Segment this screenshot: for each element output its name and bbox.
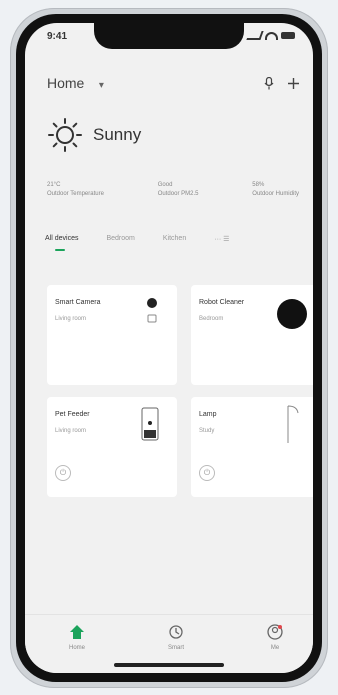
home-selector[interactable]: Home: [47, 75, 84, 91]
nav-label: Me: [270, 645, 280, 651]
nav-label: Smart: [167, 645, 184, 651]
tab-kitchen[interactable]: Kitchen: [163, 235, 186, 243]
profile-icon: [266, 623, 284, 641]
phone-frame: 9:41 Home ▾ Sunny 21°C Outdoor Temperatu…: [10, 8, 328, 688]
device-name: Robot Cleaner: [199, 299, 245, 306]
device-room: Study: [199, 428, 215, 434]
device-room: Bedroom: [199, 316, 224, 322]
stat-value: Good: [157, 182, 173, 188]
power-button[interactable]: ⏻: [199, 465, 215, 481]
add-icon[interactable]: [287, 76, 299, 90]
tab-all-devices[interactable]: All devices: [45, 235, 78, 251]
home-icon: [68, 623, 86, 641]
phone-notch: [94, 23, 244, 49]
pet-feeder-icon: [141, 407, 159, 446]
stat-value: 58%: [252, 182, 265, 188]
power-button[interactable]: ⏻: [55, 465, 71, 481]
stat-label: Outdoor Temperature: [47, 191, 104, 197]
bottom-nav: Home Smart Me: [25, 614, 313, 673]
nav-me[interactable]: Me: [255, 623, 295, 651]
device-name: Lamp: [199, 411, 217, 418]
weather-condition: Sunny: [93, 125, 142, 144]
weather-widget: Sunny: [47, 117, 141, 153]
device-card-pet-feeder[interactable]: Pet Feeder Living room ⏻: [47, 397, 177, 497]
app-header: Home ▾: [47, 75, 299, 99]
room-tabs: All devices Bedroom Kitchen ··· ☰: [45, 235, 299, 251]
device-card-lamp[interactable]: Lamp Study ⏻: [191, 397, 313, 497]
battery-icon: [281, 32, 295, 39]
stat-humidity: 58% Outdoor Humidity: [252, 181, 299, 199]
signal-icon: [246, 31, 264, 40]
phone-bezel: 9:41 Home ▾ Sunny 21°C Outdoor Temperatu…: [16, 14, 322, 682]
tab-bedroom[interactable]: Bedroom: [106, 235, 134, 243]
stat-pm25: Good Outdoor PM2.5: [158, 181, 199, 199]
status-icons: [246, 31, 295, 40]
tab-more[interactable]: ··· ☰: [214, 235, 229, 243]
camera-icon: [145, 297, 159, 334]
nav-smart[interactable]: Smart: [156, 623, 196, 651]
robot-cleaner-icon: [277, 299, 307, 334]
device-name: Pet Feeder: [55, 411, 90, 418]
mic-icon[interactable]: [263, 76, 275, 90]
device-name: Smart Camera: [55, 299, 101, 306]
chevron-down-icon[interactable]: ▾: [99, 80, 104, 91]
nav-home[interactable]: Home: [57, 623, 97, 651]
stat-label: Outdoor PM2.5: [157, 191, 199, 197]
app-screen: 9:41 Home ▾ Sunny 21°C Outdoor Temperatu…: [25, 23, 313, 673]
sun-icon: [47, 117, 83, 153]
stat-label: Outdoor Humidity: [252, 191, 299, 197]
stat-temperature: 21°C Outdoor Temperature: [47, 181, 104, 199]
wifi-icon: [265, 31, 278, 40]
status-time: 9:41: [47, 31, 68, 42]
device-room: Living room: [55, 316, 87, 322]
nav-label: Home: [68, 645, 85, 651]
smart-icon: [167, 623, 185, 641]
device-card-camera[interactable]: Smart Camera Living room: [47, 285, 177, 385]
device-grid: Smart Camera Living room Robot Cleaner B…: [47, 285, 313, 497]
weather-stats: 21°C Outdoor Temperature Good Outdoor PM…: [47, 181, 299, 199]
home-indicator[interactable]: [114, 663, 224, 667]
stat-value: 21°C: [47, 182, 61, 188]
device-room: Living room: [55, 428, 87, 434]
lamp-icon: [285, 405, 301, 450]
device-card-robot-cleaner[interactable]: Robot Cleaner Bedroom: [191, 285, 313, 385]
